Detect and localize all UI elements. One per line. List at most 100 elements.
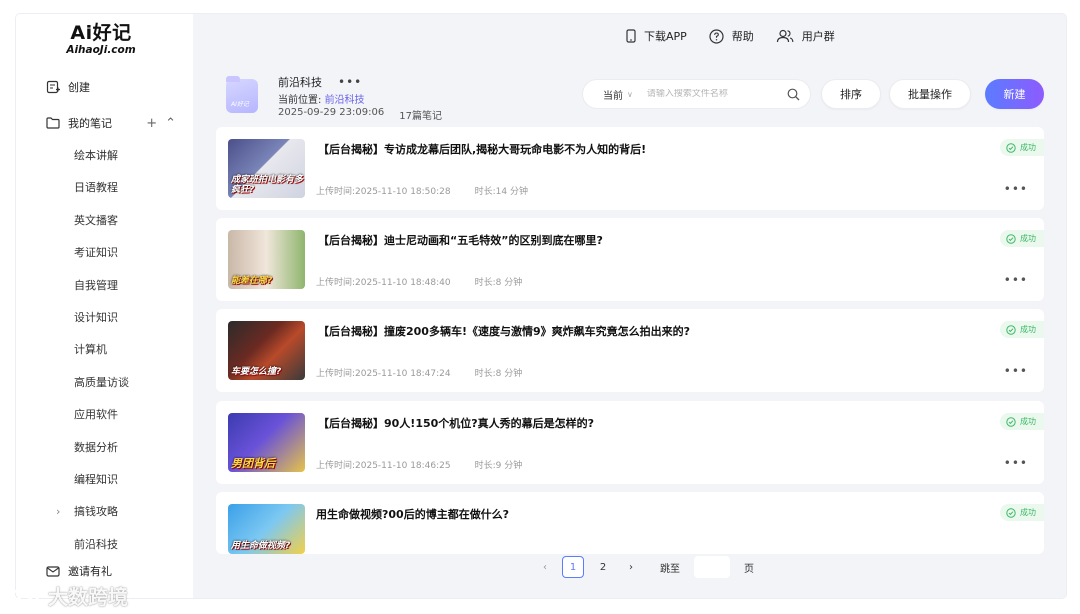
sidebar-item-label: 日语教程 xyxy=(74,181,118,195)
note-title[interactable]: 【后台揭秘】90人!150个机位?真人秀的幕后是怎样的? xyxy=(318,415,594,431)
check-circle-icon xyxy=(1006,507,1016,518)
folder-date: 2025-09-29 23:09:06 xyxy=(278,107,385,118)
folder-icon xyxy=(46,117,60,129)
thumbnail-caption: 用生命做视频? xyxy=(231,541,291,551)
upload-time: 上传时间:2025-11-10 18:48:40 xyxy=(316,278,451,288)
status-text: 成功 xyxy=(1020,325,1036,334)
note-title[interactable]: 【后台揭秘】专访成龙幕后团队,揭秘大哥玩命电影不为人知的背后! xyxy=(318,141,646,157)
status-badge: 成功 xyxy=(1000,413,1044,430)
sidebar-item-self-management[interactable]: 自我管理 xyxy=(74,277,184,309)
batch-action-button[interactable]: 批量操作 xyxy=(889,79,971,109)
duration: 时长:14 分钟 xyxy=(474,187,528,197)
note-card[interactable]: 成家班拍电影有多疯狂? 【后台揭秘】专访成龙幕后团队,揭秘大哥玩命电影不为人知的… xyxy=(216,127,1044,210)
sidebar-item-label: 数据分析 xyxy=(74,440,118,454)
note-meta: 上传时间:2025-11-10 18:50:28 时长:14 分钟 xyxy=(316,184,528,197)
create-icon xyxy=(46,80,60,94)
download-app-label: 下载APP xyxy=(644,30,687,43)
note-thumbnail: 男团背后 xyxy=(228,413,305,472)
next-page-icon[interactable]: › xyxy=(622,562,640,573)
new-button[interactable]: 新建 xyxy=(985,79,1044,109)
page-1-button[interactable]: 1 xyxy=(562,556,584,578)
note-title[interactable]: 用生命做视频?00后的博主都在做什么? xyxy=(316,506,509,522)
sidebar-item-invite[interactable]: 邀请有礼 xyxy=(46,562,112,580)
status-badge: 成功 xyxy=(1000,230,1044,247)
note-card[interactable]: 车要怎么撞? 【后台揭秘】撞废200多辆车!《速度与激情9》爽炸飙车究竟怎么拍出… xyxy=(216,309,1044,392)
logo[interactable]: Ai好记 AihaoJi.com xyxy=(65,22,137,57)
breadcrumb-prefix: 当前位置: xyxy=(278,95,322,106)
more-icon[interactable]: ••• xyxy=(1004,182,1028,196)
folder-tab-shape xyxy=(226,76,240,82)
breadcrumb-link[interactable]: 前沿科技 xyxy=(325,95,365,106)
sidebar-item-my-notes[interactable]: 我的笔记 + ⌃ xyxy=(46,114,176,132)
note-card[interactable]: 男团背后 【后台揭秘】90人!150个机位?真人秀的幕后是怎样的? 上传时间:2… xyxy=(216,401,1044,484)
sidebar-item-design[interactable]: 设计知识 xyxy=(74,309,184,341)
note-title[interactable]: 【后台揭秘】撞废200多辆车!《速度与激情9》爽炸飙车究竟怎么拍出来的? xyxy=(318,323,690,339)
sidebar-item-interviews[interactable]: 高质量访谈 xyxy=(74,374,184,406)
jump-page-input[interactable] xyxy=(694,556,730,578)
watermark-text: 大数跨境 xyxy=(48,585,128,609)
folder-title-row: 前沿科技 ••• xyxy=(278,74,362,90)
note-card[interactable]: 用生命做视频? 用生命做视频?00后的博主都在做什么? 成功 xyxy=(216,492,1044,554)
sidebar-item-invite-label: 邀请有礼 xyxy=(68,565,112,578)
search-icon[interactable] xyxy=(787,88,800,101)
search-input[interactable] xyxy=(646,89,787,99)
help-label: 帮助 xyxy=(731,30,754,43)
folder-count: 17篇笔记 xyxy=(399,111,442,122)
user-group-label: 用户群 xyxy=(801,30,835,43)
sidebar-item-create[interactable]: 创建 xyxy=(46,78,90,96)
sidebar-item-make-money[interactable]: › 搞钱攻略 xyxy=(56,503,184,535)
more-icon[interactable]: ••• xyxy=(1004,456,1028,470)
sidebar-item-label: 自我管理 xyxy=(74,278,118,292)
watermark: 大数跨境 xyxy=(8,581,128,610)
duration: 时长:8 分钟 xyxy=(474,369,523,379)
upload-time: 上传时间:2025-11-10 18:47:24 xyxy=(316,369,451,379)
sidebar-item-my-notes-label: 我的笔记 xyxy=(68,117,112,130)
search-bar: 当前 ∨ xyxy=(582,79,811,109)
note-thumbnail: 成家班拍电影有多疯狂? xyxy=(228,139,305,198)
collapse-icon[interactable]: ⌃ xyxy=(165,116,176,131)
sidebar-item-software[interactable]: 应用软件 xyxy=(74,406,184,438)
more-icon[interactable]: ••• xyxy=(1004,364,1028,378)
search-scope-value: 当前 xyxy=(603,90,623,102)
logo-main-text: Ai好记 xyxy=(70,22,132,44)
duration: 时长:8 分钟 xyxy=(474,278,523,288)
sidebar-item-label: 高质量访谈 xyxy=(74,375,129,389)
add-folder-icon[interactable]: + xyxy=(146,116,157,131)
note-meta: 上传时间:2025-11-10 18:46:25 时长:9 分钟 xyxy=(316,458,522,471)
help-icon xyxy=(709,28,724,44)
sidebar-item-label: 编程知识 xyxy=(74,472,118,486)
sidebar-item-picture-book[interactable]: 绘本讲解 xyxy=(74,147,184,179)
sidebar-item-label: 前沿科技 xyxy=(74,537,118,551)
prev-page-icon[interactable]: ‹ xyxy=(536,562,554,573)
sidebar-item-programming[interactable]: 编程知识 xyxy=(74,471,184,503)
sidebar-item-label: 考证知识 xyxy=(74,246,118,260)
note-meta: 上传时间:2025-11-10 18:48:40 时长:8 分钟 xyxy=(316,275,522,288)
phone-icon xyxy=(626,29,636,43)
folder-more-icon[interactable]: ••• xyxy=(338,75,362,89)
sort-button[interactable]: 排序 xyxy=(821,79,881,109)
sidebar-item-computer[interactable]: 计算机 xyxy=(74,341,184,373)
status-text: 成功 xyxy=(1020,417,1036,426)
note-thumbnail: 车要怎么撞? xyxy=(228,321,305,380)
note-thumbnail: 能差在哪? xyxy=(228,230,305,289)
breadcrumb: 当前位置: 前沿科技 xyxy=(278,91,365,106)
download-app-link[interactable]: 下载APP xyxy=(626,28,687,44)
note-card[interactable]: 能差在哪? 【后台揭秘】迪士尼动画和“五毛特效”的区别到底在哪里? 上传时间:2… xyxy=(216,218,1044,301)
sidebar-item-certificate[interactable]: 考证知识 xyxy=(74,244,184,276)
user-group-link[interactable]: 用户群 xyxy=(776,28,835,44)
sidebar-item-label: 绘本讲解 xyxy=(74,149,118,162)
thumbnail-caption: 车要怎么撞? xyxy=(231,367,282,377)
sidebar-item-japanese[interactable]: 日语教程 xyxy=(74,179,184,211)
folder-icon-label: AI好记 xyxy=(231,101,249,108)
page-2-button[interactable]: 2 xyxy=(592,556,614,578)
sidebar-folder-list: 绘本讲解 日语教程 英文播客 考证知识 自我管理 设计知识 计算机 高质量访谈 … xyxy=(56,147,184,568)
sidebar-item-data-analysis[interactable]: 数据分析 xyxy=(74,439,184,471)
more-icon[interactable]: ••• xyxy=(1004,273,1028,287)
help-link[interactable]: 帮助 xyxy=(709,28,754,44)
sidebar-item-english-podcast[interactable]: 英文播客 xyxy=(74,212,184,244)
top-nav: 下载APP 帮助 用户群 xyxy=(626,28,835,44)
status-text: 成功 xyxy=(1020,234,1036,243)
chevron-right-icon[interactable]: › xyxy=(56,503,60,521)
note-title[interactable]: 【后台揭秘】迪士尼动画和“五毛特效”的区别到底在哪里? xyxy=(318,232,603,248)
search-scope-select[interactable]: 当前 ∨ xyxy=(603,87,633,102)
